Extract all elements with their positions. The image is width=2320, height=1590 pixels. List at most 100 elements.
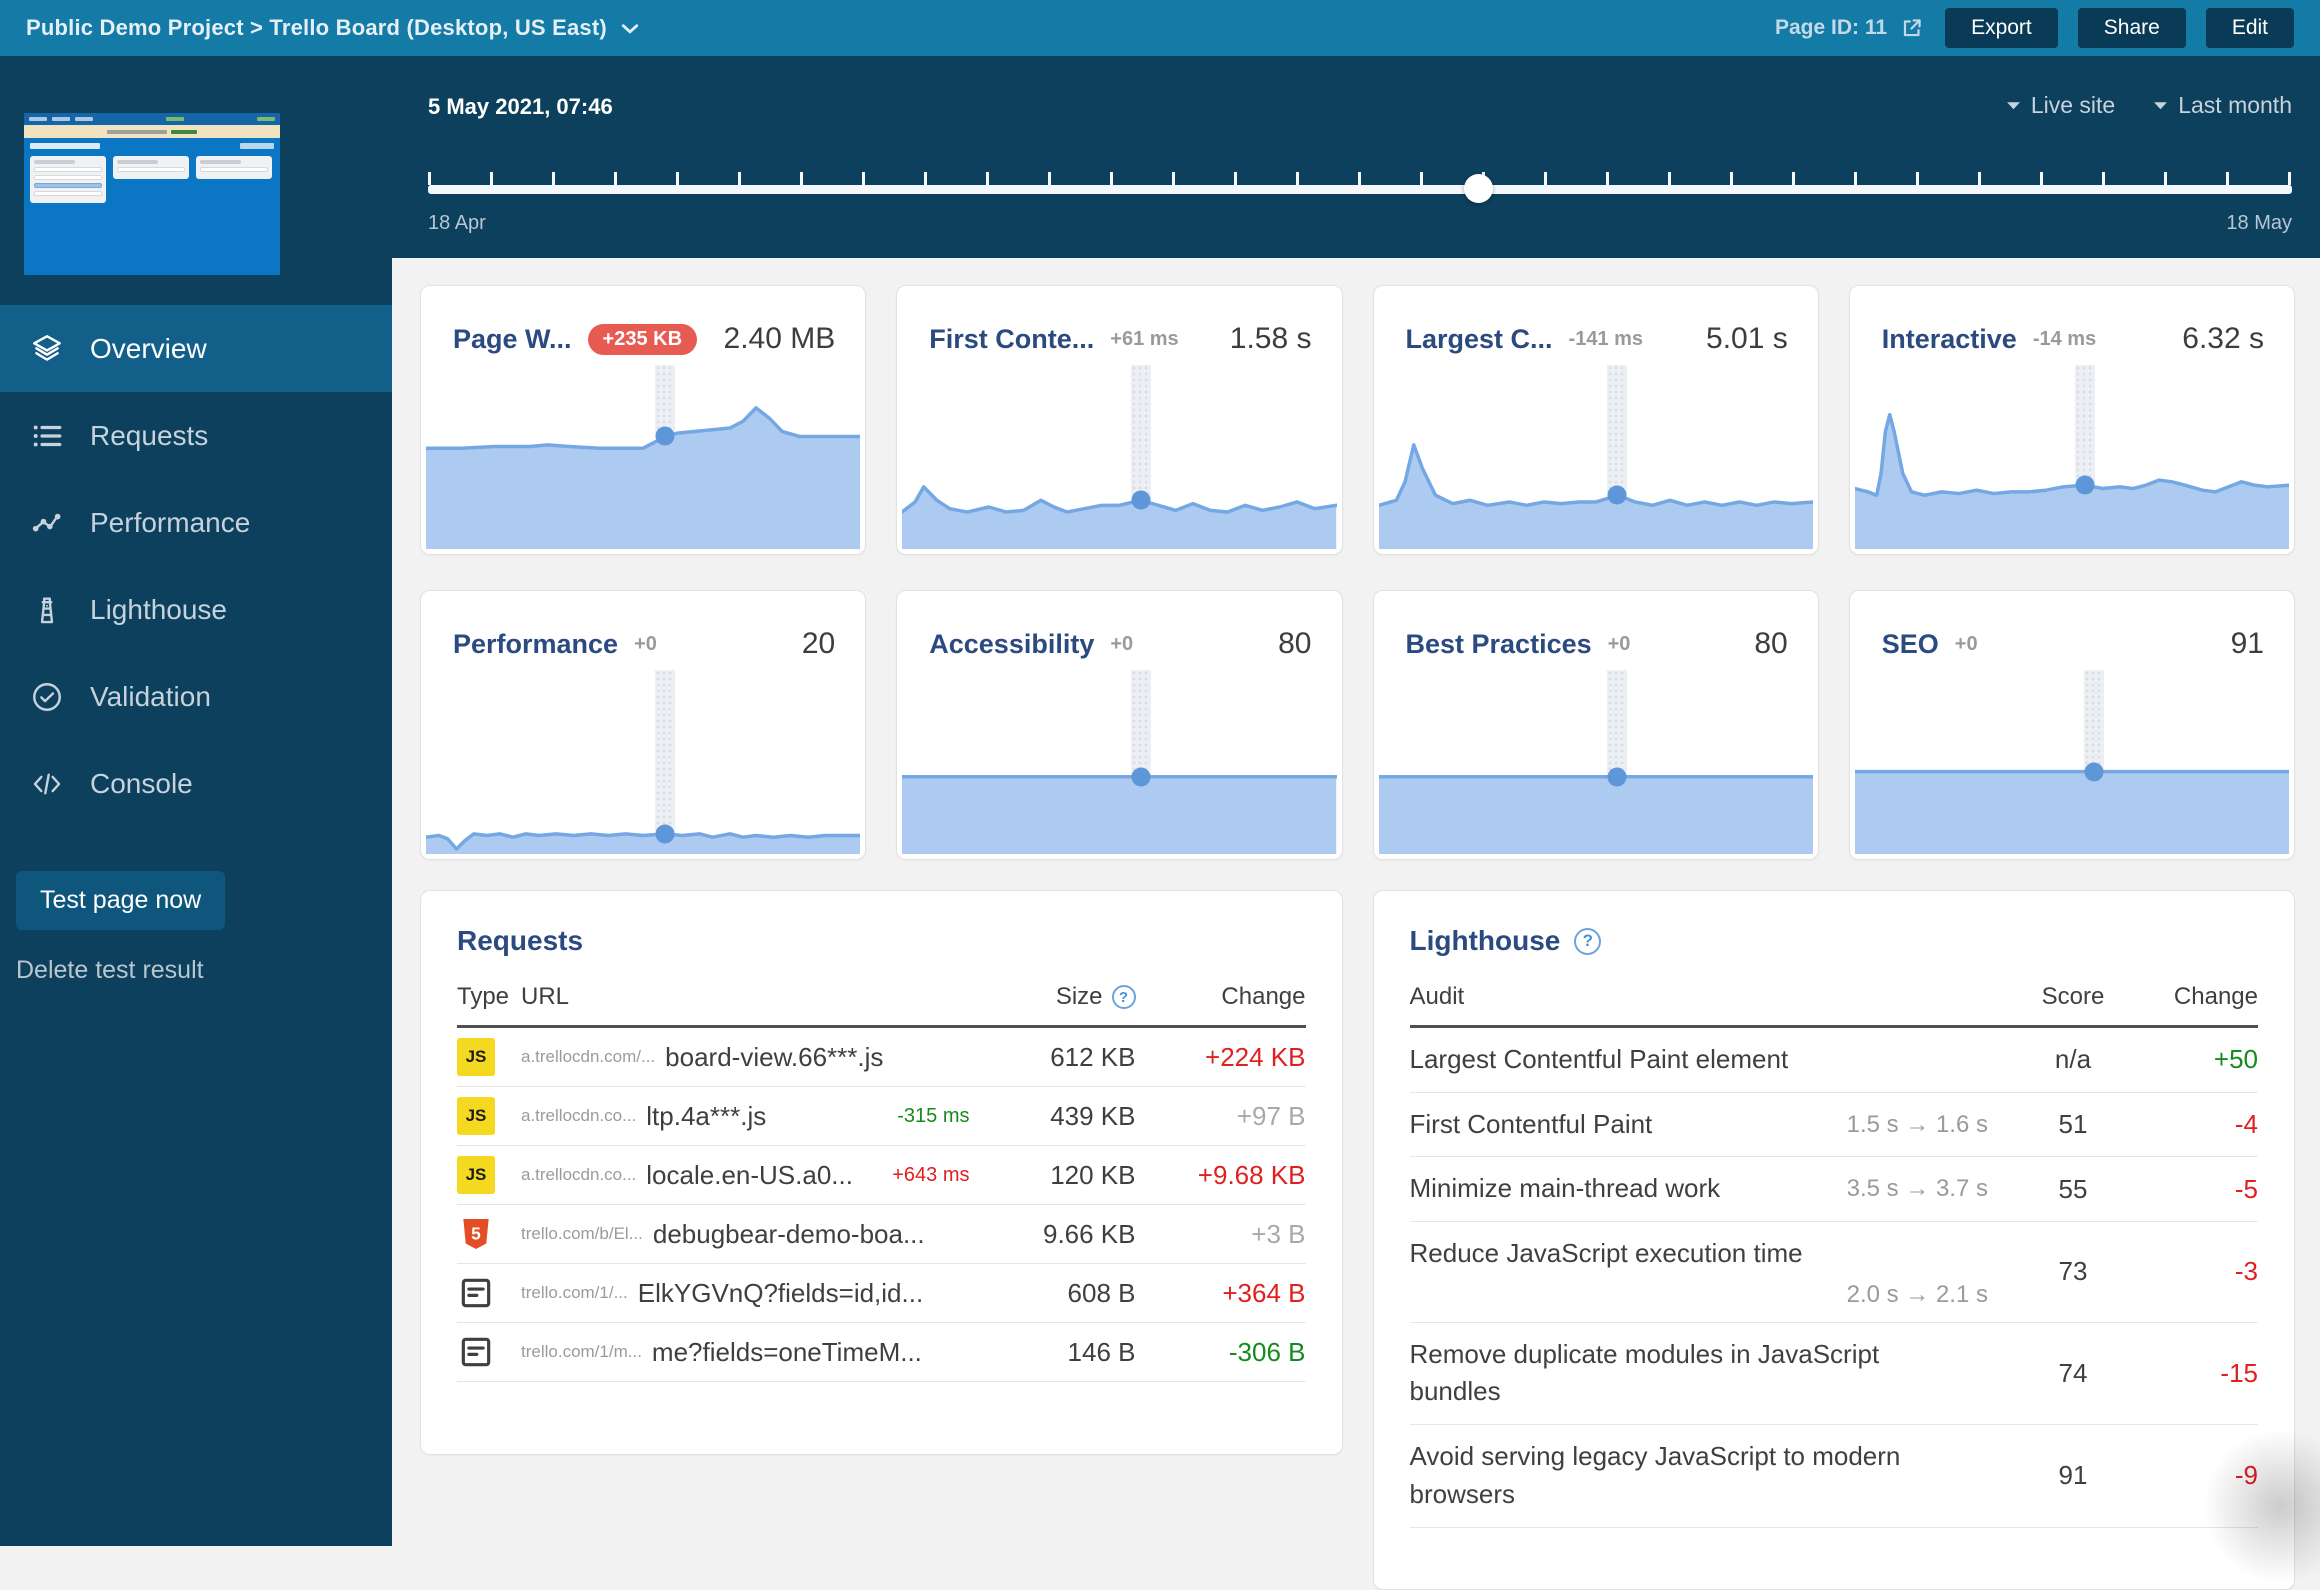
javascript-file-icon: JS xyxy=(457,1097,521,1135)
sparkline-chart xyxy=(1379,381,1813,549)
timing-change: -315 ms xyxy=(897,1105,985,1128)
live-site-label: Live site xyxy=(2031,92,2115,119)
metric-card-largest-contentful-paint[interactable]: Largest C... -141 ms 5.01 s xyxy=(1373,285,1819,555)
sidebar-item-lighthouse[interactable]: Lighthouse xyxy=(0,566,392,653)
timing-change: +643 ms xyxy=(892,1164,985,1187)
javascript-file-icon: JS xyxy=(457,1038,521,1076)
request-row[interactable]: 5 trello.com/b/El... debugbear-demo-boa.… xyxy=(457,1205,1306,1264)
share-button[interactable]: Share xyxy=(2078,8,2186,48)
card-title: Performance xyxy=(453,629,618,660)
live-site-dropdown[interactable]: Live site xyxy=(2006,92,2115,119)
timeline-band: 5 May 2021, 07:46 Live site Last month 1… xyxy=(392,56,2320,258)
sidebar-item-requests[interactable]: Requests xyxy=(0,392,392,479)
external-link-icon[interactable] xyxy=(1899,15,1925,41)
timeline-track[interactable] xyxy=(428,172,2292,206)
card-value: 6.32 s xyxy=(2182,322,2264,356)
selected-run-dot xyxy=(1608,486,1627,505)
metric-card-seo-score[interactable]: SEO +0 91 xyxy=(1849,590,2295,860)
sidebar-item-validation[interactable]: Validation xyxy=(0,653,392,740)
lighthouse-audit-row[interactable]: Minimize main-thread work 3.5 s → 3.7 s … xyxy=(1410,1157,2259,1222)
card-title: Largest C... xyxy=(1406,324,1553,355)
breadcrumb[interactable]: Public Demo Project > Trello Board (Desk… xyxy=(26,15,639,41)
sparkline-chart xyxy=(902,381,1336,549)
lighthouse-audit-row[interactable]: Avoid serving legacy JavaScript to moder… xyxy=(1410,1425,2259,1527)
sparkline-chart xyxy=(426,381,860,549)
metric-card-best-practices-score[interactable]: Best Practices +0 80 xyxy=(1373,590,1819,860)
sidebar-item-label: Requests xyxy=(90,420,208,452)
document-file-icon xyxy=(457,1274,521,1312)
scatter-icon xyxy=(30,506,64,540)
selected-run-dot xyxy=(655,427,674,446)
lighthouse-title: Lighthouse xyxy=(1410,925,1561,957)
request-row[interactable]: JS a.trellocdn.co... ltp.4a***.js -315 m… xyxy=(457,1087,1306,1146)
request-row[interactable]: JS a.trellocdn.com/... board-view.66***.… xyxy=(457,1028,1306,1087)
sidebar-item-performance[interactable]: Performance xyxy=(0,479,392,566)
metric-card-performance-score[interactable]: Performance +0 20 xyxy=(420,590,866,860)
list-icon xyxy=(30,419,64,453)
sidebar-item-label: Lighthouse xyxy=(90,594,227,626)
metric-change-detail: 2.0 s → 2.1 s xyxy=(1847,1281,1988,1309)
request-row[interactable]: JS a.trellocdn.co... locale.en-US.a0... … xyxy=(457,1146,1306,1205)
score-column-header: Score xyxy=(2008,983,2138,1011)
help-icon[interactable]: ? xyxy=(1112,985,1136,1009)
page-screenshot-thumbnail[interactable] xyxy=(24,113,280,275)
card-value: 2.40 MB xyxy=(724,322,836,356)
card-value: 80 xyxy=(1278,627,1311,661)
main-content: Page W... +235 KB 2.40 MB First Conte...… xyxy=(392,258,2320,1546)
lighthouse-audit-row[interactable]: Largest Contentful Paint element n/a +50 xyxy=(1410,1028,2259,1093)
selected-run-dot xyxy=(655,824,674,843)
timeline-handle[interactable] xyxy=(1464,174,1493,203)
change-column-header: Change xyxy=(2138,983,2258,1011)
chevron-down-icon xyxy=(621,23,639,34)
metric-card-page-weight[interactable]: Page W... +235 KB 2.40 MB xyxy=(420,285,866,555)
card-title: Best Practices xyxy=(1406,629,1592,660)
metric-card-first-contentful-paint[interactable]: First Conte... +61 ms 1.58 s xyxy=(896,285,1342,555)
thumbnail-browser-bar xyxy=(24,113,280,125)
card-value: 91 xyxy=(2231,627,2264,661)
help-icon[interactable]: ? xyxy=(1574,928,1601,955)
audit-column-header: Audit xyxy=(1410,983,2009,1011)
request-row[interactable]: trello.com/1/m... me?fields=oneTimeM... … xyxy=(457,1323,1306,1382)
sidebar-item-console[interactable]: Console xyxy=(0,740,392,827)
delete-test-result-link[interactable]: Delete test result xyxy=(16,956,392,985)
top-bar: Public Demo Project > Trello Board (Desk… xyxy=(0,0,2320,56)
card-delta: +61 ms xyxy=(1110,328,1178,351)
metric-card-accessibility-score[interactable]: Accessibility +0 80 xyxy=(896,590,1342,860)
card-title: Accessibility xyxy=(929,629,1094,660)
requests-panel: Requests Type URL Size ? Change JS a.tre… xyxy=(420,890,1343,1455)
change-column-header: Change xyxy=(1136,983,1306,1011)
timeline-current-date: 5 May 2021, 07:46 xyxy=(428,94,613,120)
sidebar-item-label: Validation xyxy=(90,681,211,713)
test-page-now-button[interactable]: Test page now xyxy=(16,871,225,930)
card-title: First Conte... xyxy=(929,324,1094,355)
document-file-icon xyxy=(457,1333,521,1371)
requests-title: Requests xyxy=(457,925,583,957)
last-month-dropdown[interactable]: Last month xyxy=(2153,92,2292,119)
sparkline-chart xyxy=(1855,686,2289,854)
html5-file-icon: 5 xyxy=(457,1215,521,1253)
metric-cards: Page W... +235 KB 2.40 MB First Conte...… xyxy=(420,285,2295,860)
sparkline-chart xyxy=(902,686,1336,854)
card-delta: +0 xyxy=(1608,633,1631,656)
card-title: Page W... xyxy=(453,324,572,355)
lighthouse-audit-row[interactable]: Remove duplicate modules in JavaScript b… xyxy=(1410,1323,2259,1425)
thumbnail-list xyxy=(113,156,189,179)
layers-icon xyxy=(30,332,64,366)
metric-card-interactive[interactable]: Interactive -14 ms 6.32 s xyxy=(1849,285,2295,555)
selected-run-dot xyxy=(1132,767,1151,786)
export-button[interactable]: Export xyxy=(1945,8,2058,48)
lighthouse-panel: Lighthouse ? Audit Score Change Largest … xyxy=(1373,890,2296,1590)
javascript-file-icon: JS xyxy=(457,1156,521,1194)
sidebar-item-overview[interactable]: Overview xyxy=(0,305,392,392)
timeline-start-date: 18 Apr xyxy=(428,212,486,235)
code-icon xyxy=(30,767,64,801)
edit-button[interactable]: Edit xyxy=(2206,8,2294,48)
request-row[interactable]: trello.com/1/... ElkYGVnQ?fields=id,id..… xyxy=(457,1264,1306,1323)
selected-run-dot xyxy=(2084,762,2103,781)
selected-run-dot xyxy=(2075,476,2094,495)
thumbnail-banner xyxy=(24,125,280,138)
lighthouse-audit-row[interactable]: Reduce JavaScript execution time 2.0 s →… xyxy=(1410,1222,2259,1323)
svg-text:5: 5 xyxy=(471,1224,481,1244)
lighthouse-audit-row[interactable]: First Contentful Paint 1.5 s → 1.6 s 51 … xyxy=(1410,1093,2259,1158)
metric-change-detail: 3.5 s → 3.7 s xyxy=(1847,1175,1988,1203)
